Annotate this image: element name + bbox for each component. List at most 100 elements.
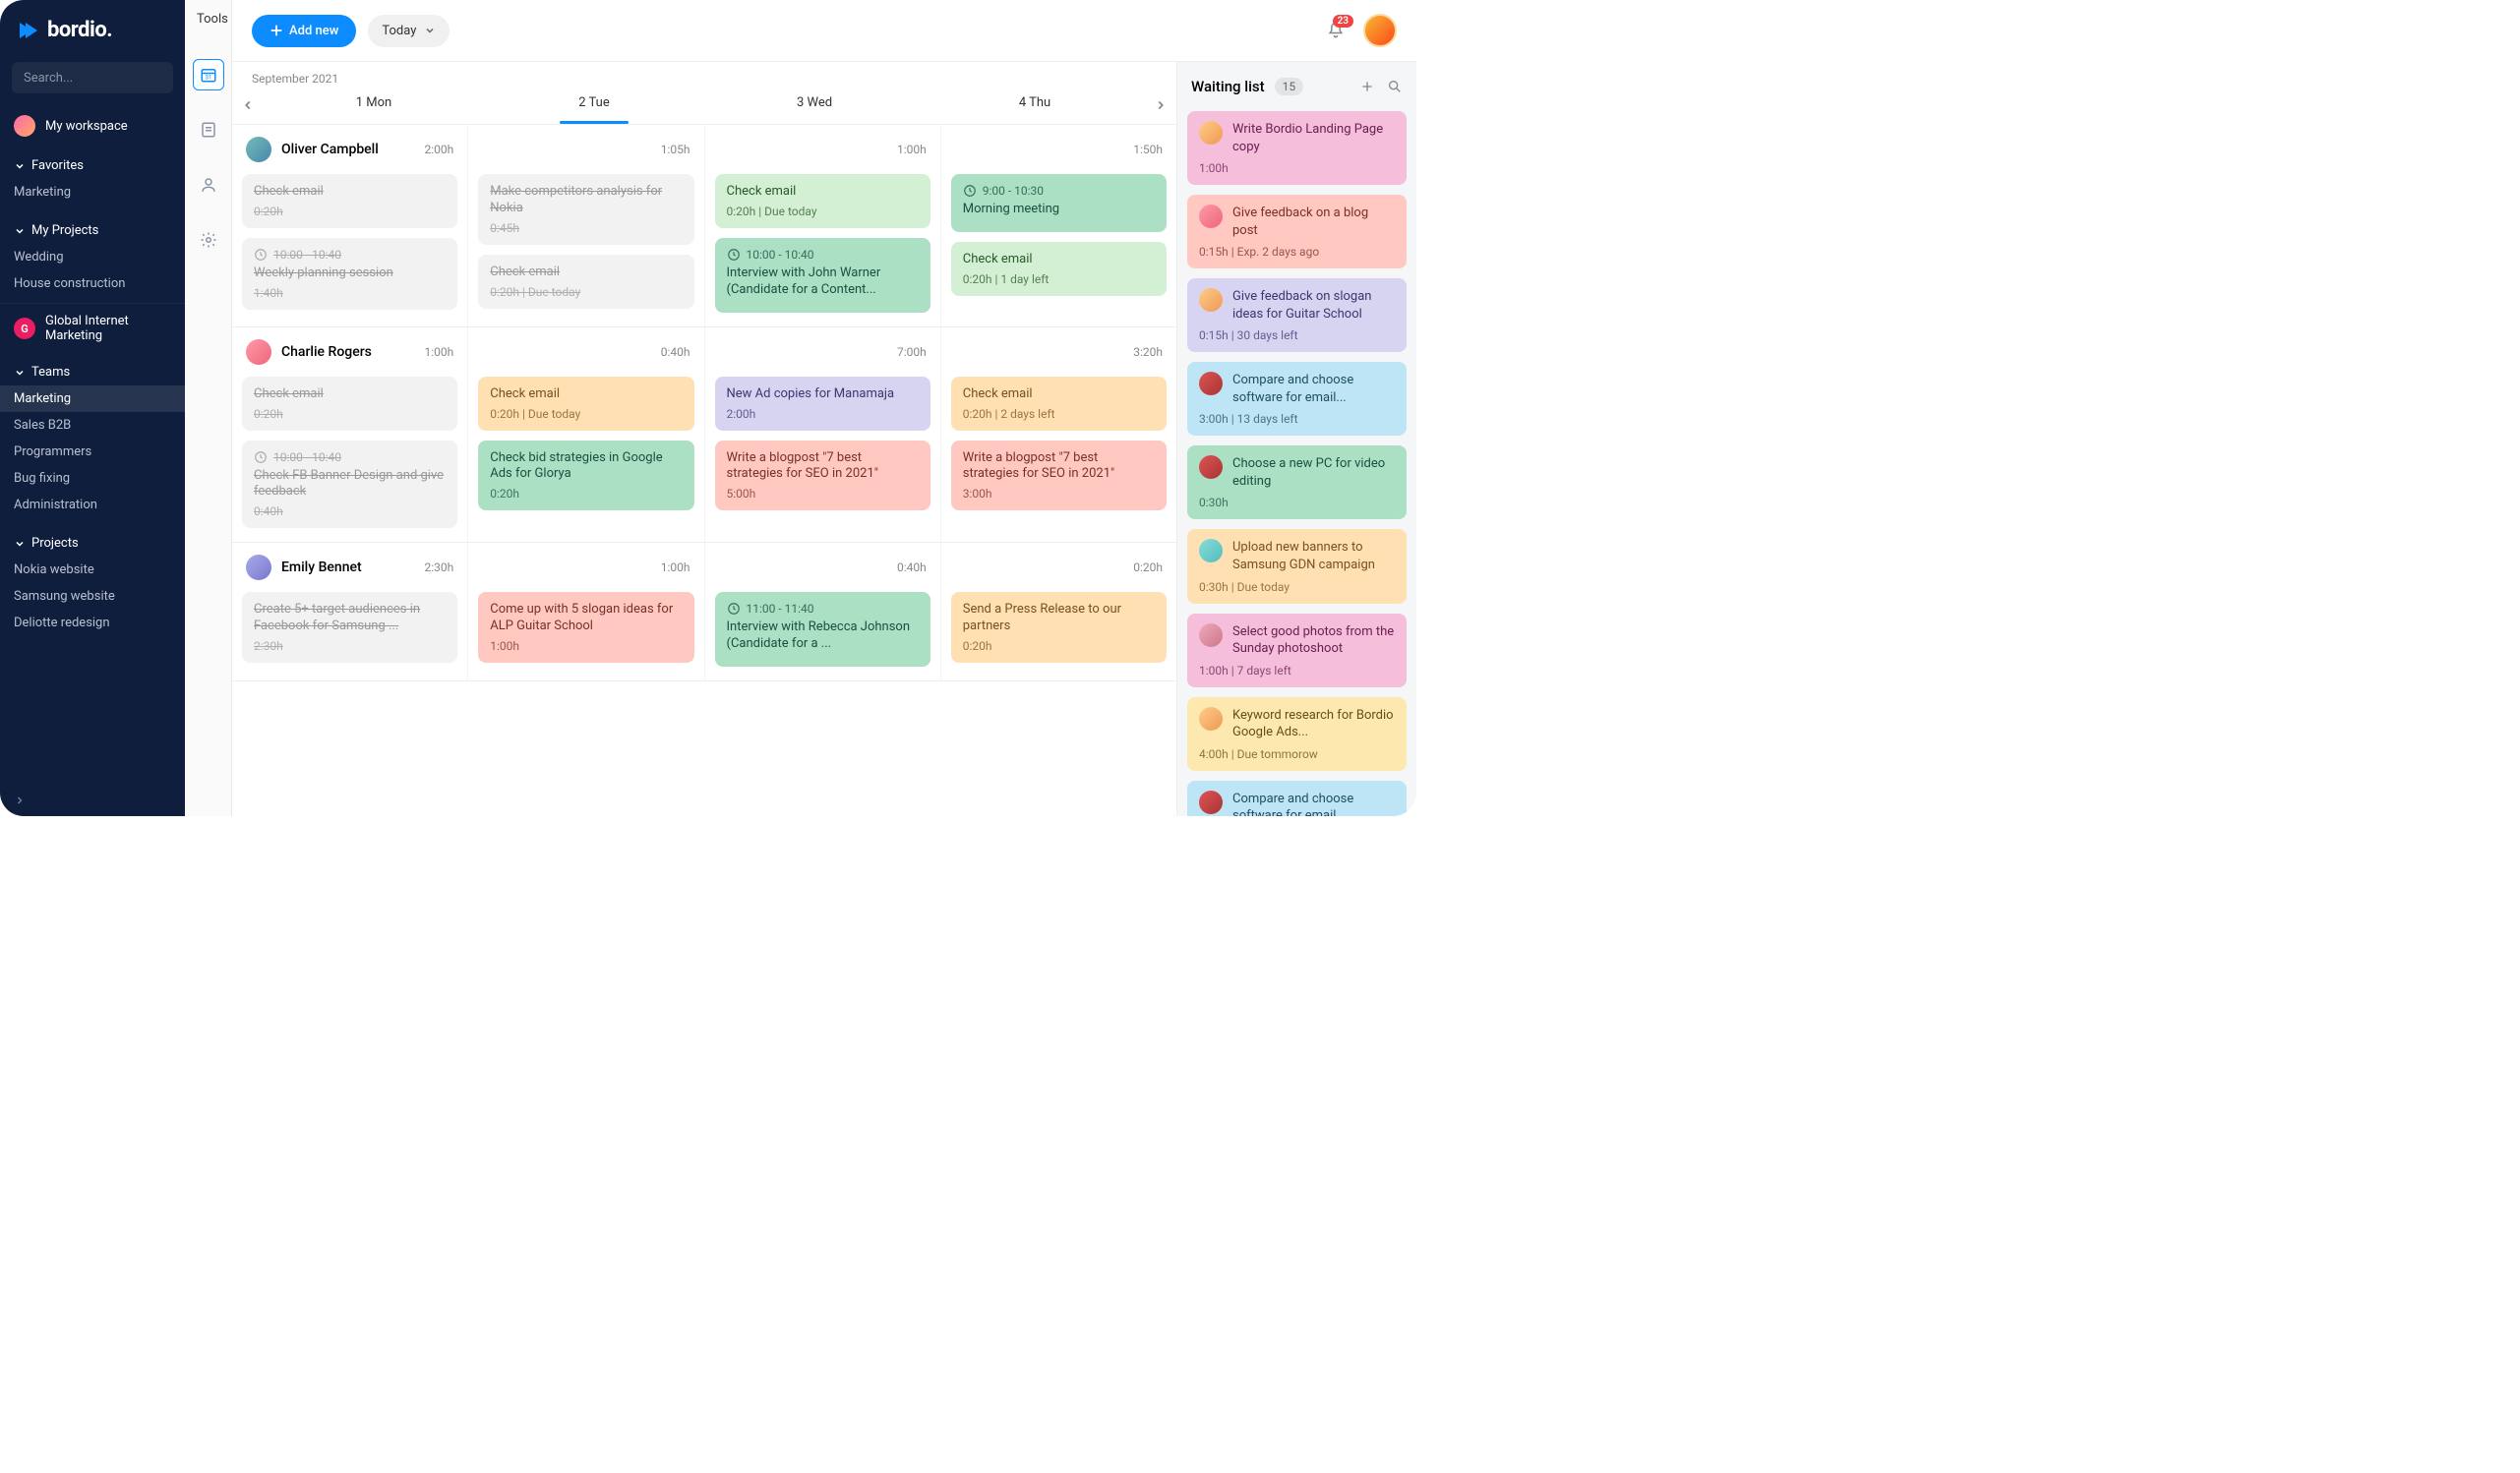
user-avatar[interactable]	[1363, 14, 1397, 47]
collapse-sidebar[interactable]	[0, 785, 185, 816]
task-meta: 0:20h | Due today	[490, 407, 682, 421]
waiting-card[interactable]: Compare and choose software for email...	[1187, 781, 1407, 816]
waiting-card[interactable]: Select good photos from the Sunday photo…	[1187, 614, 1407, 687]
org-row[interactable]: G Global Internet Marketing	[0, 303, 185, 353]
task-card[interactable]: 10:00 - 10:40Weekly planning session1:40…	[242, 238, 457, 310]
task-card[interactable]: Check email0:20h | 1 day left	[951, 242, 1167, 296]
person-hours: 0:40h	[897, 560, 927, 574]
team-item-programmers[interactable]: Programmers	[0, 439, 185, 465]
search-input[interactable]	[24, 71, 187, 86]
next-week[interactable]	[1145, 88, 1176, 122]
task-card[interactable]: 11:00 - 11:40Interview with Rebecca John…	[715, 592, 930, 667]
tools-rail: Tools 31	[185, 0, 232, 816]
rail-notes[interactable]	[193, 114, 224, 146]
project-item-nokia-website[interactable]: Nokia website	[0, 557, 185, 583]
waiting-card[interactable]: Write Bordio Landing Page copy1:00h	[1187, 111, 1407, 185]
rail-calendar[interactable]: 31	[193, 59, 224, 90]
task-title: Weekly planning session	[254, 265, 446, 282]
task-card[interactable]: Create 5+ target audiences in Facebook f…	[242, 592, 457, 663]
workspace-row[interactable]: My workspace	[0, 105, 185, 147]
search-box[interactable]	[12, 62, 173, 93]
task-title: Check FB Banner Design and give feedback	[254, 468, 446, 501]
day-header[interactable]: 1 Mon	[264, 86, 484, 124]
person-hours: 1:05h	[661, 143, 690, 156]
project-item-deliotte-redesign[interactable]: Deliotte redesign	[0, 610, 185, 636]
teams-header[interactable]: Teams	[0, 359, 185, 385]
task-card[interactable]: 10:00 - 10:40Interview with John Warner …	[715, 238, 930, 313]
waiting-card[interactable]: Choose a new PC for video editing0:30h	[1187, 445, 1407, 519]
chevron-left-icon	[241, 98, 255, 112]
task-card[interactable]: Check email0:20h | 2 days left	[951, 377, 1167, 431]
rail-people[interactable]	[193, 169, 224, 201]
day-header[interactable]: 4 Thu	[925, 86, 1145, 124]
task-card[interactable]: New Ad copies for Manamaja2:00h	[715, 377, 930, 431]
task-title: Check email	[727, 184, 919, 201]
task-meta: 0:45h	[490, 221, 682, 235]
task-card[interactable]: Come up with 5 slogan ideas for ALP Guit…	[478, 592, 693, 663]
waiting-card[interactable]: Upload new banners to Samsung GDN campai…	[1187, 529, 1407, 603]
task-card[interactable]: Check email0:20h	[242, 377, 457, 431]
task-card[interactable]: Write a blogpost "7 best strategies for …	[951, 441, 1167, 511]
person-hours: 1:00h	[661, 560, 690, 574]
task-card[interactable]: Check email0:20h | Due today	[478, 377, 693, 431]
task-card[interactable]: Check email0:20h | Due today	[478, 255, 693, 309]
waiting-title: Select good photos from the Sunday photo…	[1232, 623, 1395, 658]
waiting-card[interactable]: Compare and choose software for email...…	[1187, 362, 1407, 436]
today-button[interactable]: Today	[368, 15, 450, 47]
task-meta: 1:00h	[490, 639, 682, 653]
myproject-item-wedding[interactable]: Wedding	[0, 244, 185, 270]
notifications-badge: 23	[1333, 15, 1353, 28]
myproject-item-house-construction[interactable]: House construction	[0, 270, 185, 297]
project-item-samsung-website[interactable]: Samsung website	[0, 583, 185, 610]
calendar-icon: 31	[200, 66, 217, 84]
waiting-meta: 0:30h | Due today	[1199, 580, 1395, 594]
task-meta: 0:20h	[254, 205, 446, 218]
team-item-sales-b2b[interactable]: Sales B2B	[0, 412, 185, 439]
team-item-administration[interactable]: Administration	[0, 492, 185, 518]
add-new-button[interactable]: Add new	[252, 15, 356, 47]
favorite-item-marketing[interactable]: Marketing	[0, 179, 185, 206]
waiting-card[interactable]: Give feedback on a blog post0:15h | Exp.…	[1187, 195, 1407, 268]
task-card[interactable]: Make competitors analysis for Nokia0:45h	[478, 174, 693, 245]
task-title: Check email	[254, 184, 446, 201]
gear-icon	[200, 231, 217, 249]
search-icon[interactable]	[1387, 79, 1403, 94]
projects-header[interactable]: Projects	[0, 530, 185, 557]
task-card[interactable]: Check email 0:20h	[242, 174, 457, 228]
task-card[interactable]: 10:00 - 10:40Check FB Banner Design and …	[242, 441, 457, 529]
person-icon	[200, 176, 217, 194]
waiting-meta: 0:15h | 30 days left	[1199, 328, 1395, 342]
waiting-card[interactable]: Give feedback on slogan ideas for Guitar…	[1187, 278, 1407, 352]
myprojects-header[interactable]: My Projects	[0, 217, 185, 244]
main: Add new Today 23 September 2021	[232, 0, 1416, 816]
favorites-header[interactable]: Favorites	[0, 152, 185, 179]
team-item-marketing[interactable]: Marketing	[0, 385, 185, 412]
task-card[interactable]: Send a Press Release to our partners0:20…	[951, 592, 1167, 663]
task-meta: 5:00h	[727, 487, 919, 501]
rail-settings[interactable]	[193, 224, 224, 256]
org-badge: G	[14, 318, 35, 339]
org-name: Global Internet Marketing	[45, 314, 171, 343]
day-header[interactable]: 3 Wed	[704, 86, 925, 124]
logo[interactable]: bordio.	[0, 0, 185, 62]
task-card[interactable]: 9:00 - 10:30Morning meeting	[951, 174, 1167, 232]
task-title: Check bid strategies in Google Ads for G…	[490, 450, 682, 484]
waiting-card[interactable]: Keyword research for Bordio Google Ads..…	[1187, 697, 1407, 771]
waiting-title: Upload new banners to Samsung GDN campai…	[1232, 539, 1395, 573]
notes-icon	[200, 121, 217, 139]
task-card[interactable]: Write a blogpost "7 best strategies for …	[715, 441, 930, 511]
plus-icon[interactable]	[1359, 79, 1375, 94]
task-card[interactable]: Check email0:20h | Due today	[715, 174, 930, 228]
task-title: Create 5+ target audiences in Facebook f…	[254, 602, 446, 635]
day-header[interactable]: 2 Tue	[484, 86, 704, 124]
notifications-button[interactable]: 23	[1326, 21, 1346, 40]
prev-week[interactable]	[232, 88, 264, 122]
team-item-bug-fixing[interactable]: Bug fixing	[0, 465, 185, 492]
person-name: Emily Bennet	[281, 560, 415, 575]
waiting-title: Choose a new PC for video editing	[1232, 455, 1395, 490]
waiting-avatar	[1199, 707, 1223, 731]
person-hours: 1:00h	[897, 143, 927, 156]
task-meta: 0:20h | Due today	[490, 285, 682, 299]
task-title: Write a blogpost "7 best strategies for …	[963, 450, 1155, 484]
task-card[interactable]: Check bid strategies in Google Ads for G…	[478, 441, 693, 511]
